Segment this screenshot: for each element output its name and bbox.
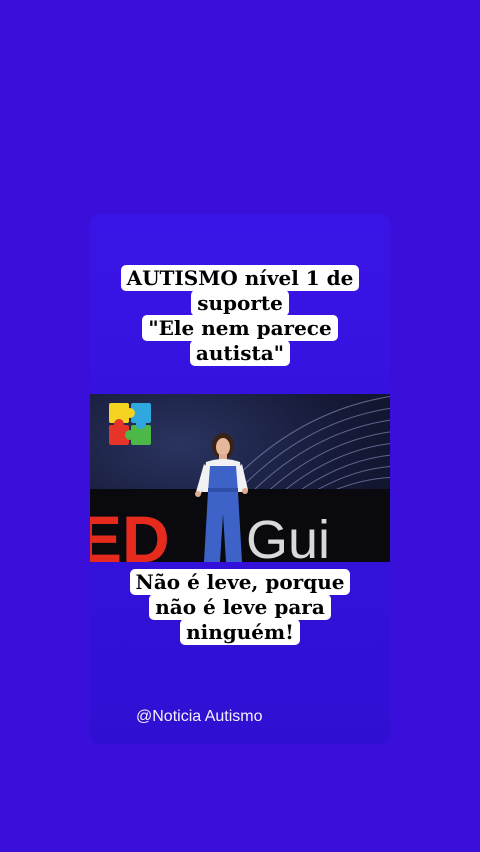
- video-frame[interactable]: ED Gui: [90, 394, 390, 562]
- puzzle-pieces-icon: [109, 403, 151, 445]
- story-card: AUTISMO nível 1 de suporte "Ele nem pare…: [90, 214, 390, 744]
- speaker-figure: [195, 433, 248, 562]
- bottom-caption-line-3: ninguém!: [180, 619, 300, 645]
- top-caption-line-1: AUTISMO nível 1 de: [120, 265, 360, 291]
- bottom-caption: Não é leve, porque não é leve para ningu…: [115, 569, 365, 645]
- stage-logo-text: Gui: [246, 512, 330, 562]
- top-caption-line-2: suporte: [191, 290, 289, 316]
- bottom-caption-line-1: Não é leve, porque: [129, 569, 351, 595]
- top-caption-line-4: autista": [189, 340, 291, 366]
- bottom-caption-line-2: não é leve para: [149, 594, 331, 620]
- watermark-handle: @Noticia Autismo: [136, 708, 263, 725]
- top-caption-line-3: "Ele nem parece: [142, 315, 338, 341]
- top-caption: AUTISMO nível 1 de suporte "Ele nem pare…: [110, 265, 370, 366]
- svg-text:ED: ED: [90, 512, 170, 562]
